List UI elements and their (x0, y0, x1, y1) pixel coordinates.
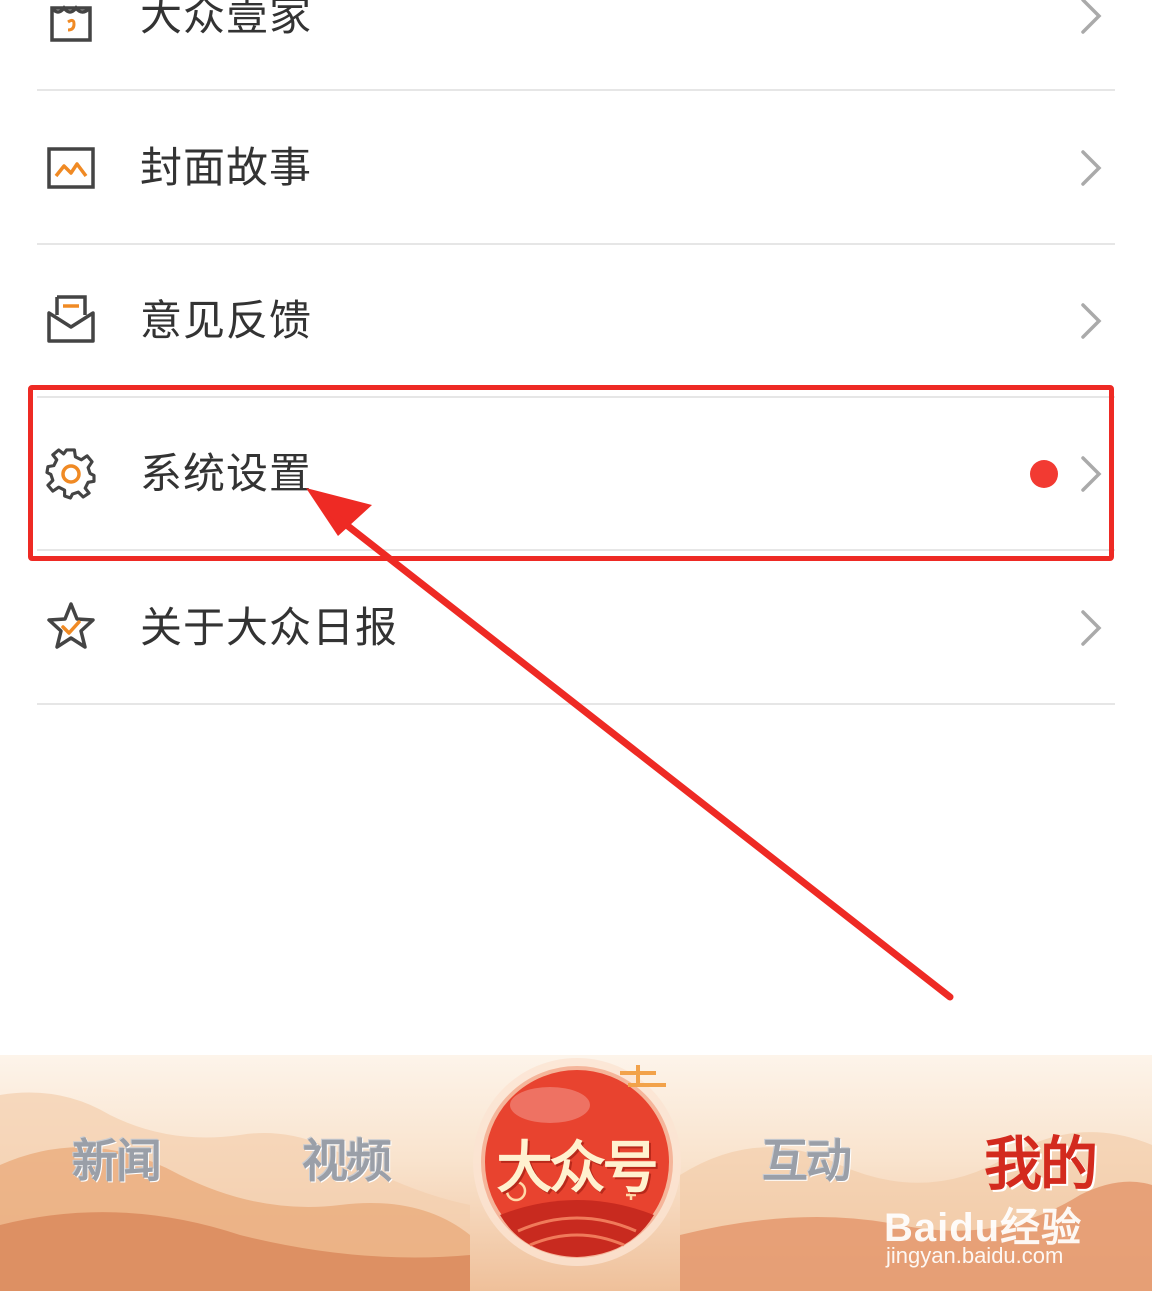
settings-menu: 大众壹家 封面故事 意见反馈 系统设置 关于大众日报 (0, 0, 1152, 1055)
tab-interaction[interactable]: 互动 (762, 1125, 852, 1191)
shop-icon (44, 0, 98, 46)
menu-item-label: 封面故事 (140, 143, 313, 192)
menu-item-label: 大众壹家 (140, 0, 313, 40)
notification-dot (1030, 460, 1058, 488)
menu-item-label: 关于大众日报 (140, 603, 399, 652)
menu-item-feedback[interactable]: 意见反馈 (0, 244, 1152, 398)
chevron-right-icon (1081, 610, 1102, 646)
image-icon (44, 141, 98, 195)
menu-item-about[interactable]: 关于大众日报 (0, 551, 1152, 705)
tab-news[interactable]: 新闻 (72, 1125, 162, 1191)
chevron-right-icon (1081, 303, 1102, 339)
gear-icon (44, 447, 98, 501)
watermark-url: jingyan.baidu.com (886, 1243, 1064, 1268)
baidu-jingyan-watermark: Baidu经验 jingyan.baidu.com (884, 1195, 1144, 1285)
tab-video[interactable]: 视频 (302, 1125, 392, 1191)
tab-mine[interactable]: 我的 (984, 1117, 1098, 1201)
menu-item-system-settings[interactable]: 系统设置 (0, 397, 1152, 551)
chevron-right-icon (1081, 150, 1102, 186)
chevron-right-icon (1081, 456, 1102, 492)
tab-dazhonghao-label: 大众号 (496, 1136, 659, 1201)
bottom-tab-bar: 新闻 视频 大众号 互动 我的 Baidu经验 jingyan.baidu.co… (0, 1055, 1152, 1291)
star-icon (44, 599, 98, 653)
envelope-icon (44, 292, 98, 346)
chevron-right-icon (1081, 0, 1102, 34)
menu-item-label: 系统设置 (140, 449, 313, 498)
menu-item-label: 意见反馈 (140, 296, 313, 345)
menu-item-dazhong-yijia[interactable]: 大众壹家 (0, 0, 1152, 91)
divider (37, 703, 1115, 705)
menu-item-cover-story[interactable]: 封面故事 (0, 91, 1152, 245)
